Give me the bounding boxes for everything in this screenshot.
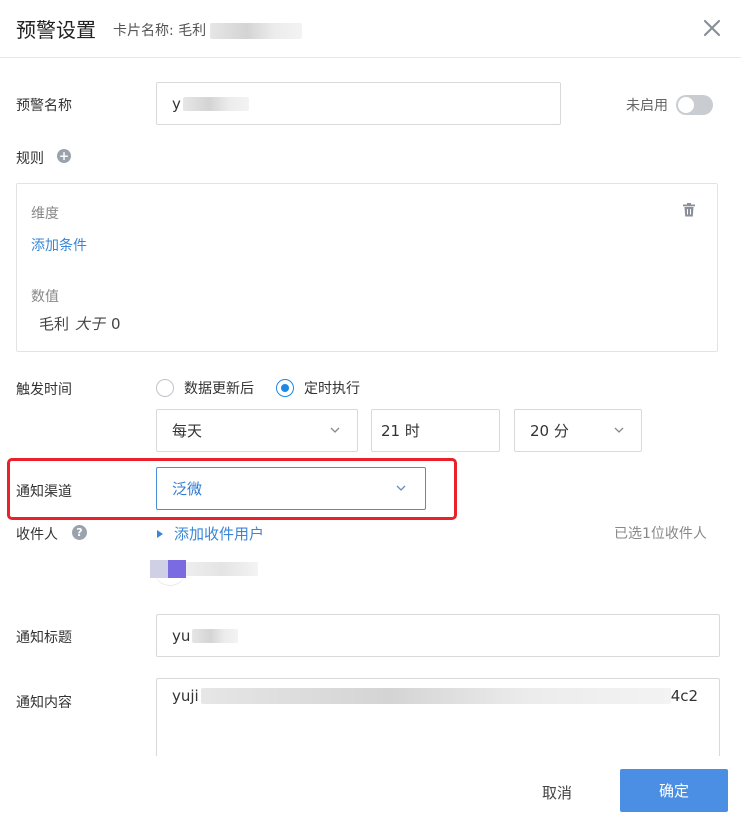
redacted-text xyxy=(182,96,249,111)
card-name-label: 卡片名称: 毛利 xyxy=(113,23,207,39)
trash-icon[interactable] xyxy=(681,202,697,218)
alert-name-value: y xyxy=(172,94,181,113)
status-label: 未启用 xyxy=(626,98,668,114)
chevron-down-icon xyxy=(330,427,340,433)
expr-field: 毛利 xyxy=(39,315,70,333)
notify-content-label: 通知内容 xyxy=(16,695,72,711)
radio-on-update-circle[interactable] xyxy=(156,379,174,397)
radio-scheduled-circle[interactable] xyxy=(276,379,294,397)
add-recipient-label: 添加收件用户 xyxy=(174,525,265,543)
rule-expression: 毛利 大于 0 xyxy=(39,313,121,334)
frequency-value: 每天 xyxy=(172,422,203,440)
alert-name-label: 预警名称 xyxy=(16,98,72,114)
add-recipient-button[interactable]: 添加收件用户 xyxy=(157,523,264,544)
expr-value: 0 xyxy=(111,315,121,333)
add-rule-icon[interactable]: + xyxy=(57,149,71,163)
card-name: 卡片名称: 毛利 xyxy=(113,20,303,40)
hour-value: 21 时 xyxy=(381,422,420,440)
frequency-select[interactable]: 每天 xyxy=(156,409,358,452)
notify-title-label: 通知标题 xyxy=(16,630,72,646)
radio-scheduled-label: 定时执行 xyxy=(304,381,360,397)
notify-content-prefix: yuji xyxy=(172,687,199,705)
minute-value: 20 分 xyxy=(530,422,569,440)
rule-box: 维度 添加条件 数值 毛利 大于 0 xyxy=(16,183,718,352)
redacted-text xyxy=(200,688,671,704)
value-label: 数值 xyxy=(31,289,59,305)
dialog-title: 预警设置 xyxy=(16,18,96,42)
status-toggle-group: 未启用 xyxy=(626,94,713,116)
notify-content-textarea[interactable]: yuji 4c2 xyxy=(156,678,720,756)
status-toggle[interactable] xyxy=(676,95,713,115)
cancel-button[interactable]: 取消 xyxy=(542,782,572,803)
highlight-box xyxy=(7,458,457,520)
hour-input[interactable]: 21 时 xyxy=(371,409,500,452)
redacted-text xyxy=(186,562,258,576)
recipient-avatar xyxy=(150,560,258,582)
help-icon[interactable]: ? xyxy=(72,525,87,540)
close-icon[interactable] xyxy=(700,16,724,40)
add-condition-link[interactable]: 添加条件 xyxy=(31,235,87,255)
radio-on-update-label: 数据更新后 xyxy=(184,381,254,397)
rules-label: 规则 xyxy=(16,151,44,167)
redacted-text xyxy=(210,23,303,39)
redacted-avatar-part xyxy=(150,560,168,578)
chevron-down-icon xyxy=(614,427,624,433)
recipients-label: 收件人 xyxy=(16,527,58,543)
expr-operator: 大于 xyxy=(75,315,106,333)
radio-scheduled[interactable]: 定时执行 xyxy=(276,378,360,398)
redacted-avatar-part xyxy=(168,560,186,578)
dialog-header: 预警设置 卡片名称: 毛利 xyxy=(0,0,741,58)
notify-title-input[interactable]: yu xyxy=(156,614,720,657)
redacted-text xyxy=(192,628,239,643)
trigger-radio-group: 数据更新后 定时执行 xyxy=(156,378,382,398)
notify-content-row: yuji 4c2 xyxy=(172,687,704,705)
minute-select[interactable]: 20 分 xyxy=(514,409,642,452)
selected-recipients-count: 已选1位收件人 xyxy=(614,526,707,542)
notify-title-value: yu xyxy=(172,626,191,645)
caret-right-icon xyxy=(157,529,163,538)
alert-name-input[interactable]: y xyxy=(156,82,561,125)
radio-on-update[interactable]: 数据更新后 xyxy=(156,378,254,398)
dimension-label: 维度 xyxy=(31,206,59,222)
notify-content-suffix: 4c2 xyxy=(670,687,699,705)
trigger-label: 触发时间 xyxy=(16,382,72,398)
confirm-button[interactable]: 确定 xyxy=(620,769,728,812)
